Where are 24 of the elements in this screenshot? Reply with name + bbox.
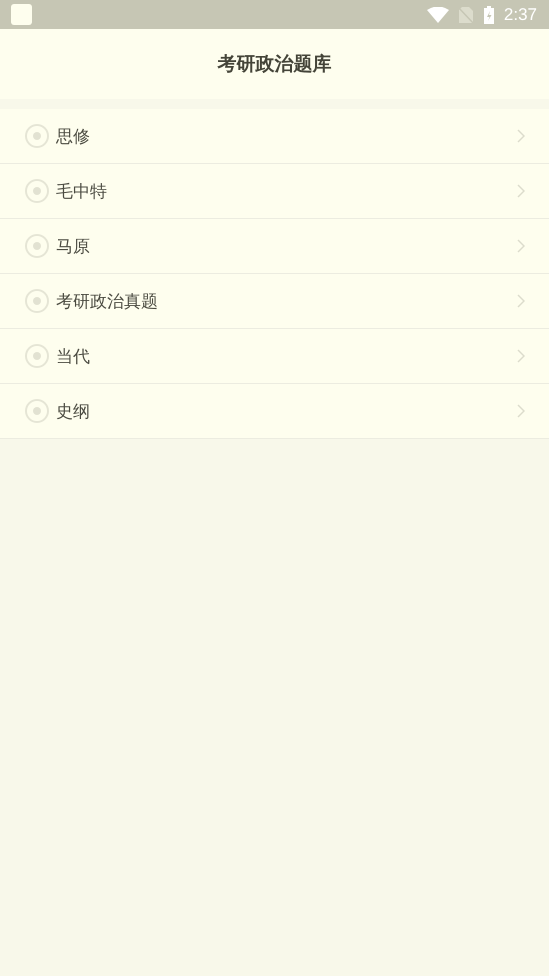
chevron-right-icon — [517, 404, 525, 418]
chevron-right-icon — [517, 294, 525, 308]
clock-time: 2:37 — [504, 4, 537, 24]
list-item[interactable]: 史纲 — [0, 384, 549, 439]
radio-icon — [24, 233, 50, 259]
chevron-right-icon — [517, 184, 525, 198]
list-item[interactable]: 马原 — [0, 219, 549, 274]
radio-icon — [24, 123, 50, 149]
list-item[interactable]: 毛中特 — [0, 164, 549, 219]
chevron-right-icon — [517, 129, 525, 143]
radio-icon — [24, 178, 50, 204]
no-sim-icon — [458, 6, 474, 24]
chevron-right-icon — [517, 239, 525, 253]
wifi-icon — [426, 6, 449, 22]
list-item[interactable]: 思修 — [0, 109, 549, 164]
radio-icon — [24, 288, 50, 314]
chevron-right-icon — [517, 349, 525, 363]
radio-icon — [24, 343, 50, 369]
battery-icon — [482, 6, 495, 24]
notification-icon — [11, 4, 32, 25]
page-title: 考研政治题库 — [218, 52, 332, 77]
list-item[interactable]: 考研政治真题 — [0, 274, 549, 329]
radio-icon — [24, 398, 50, 424]
list-item[interactable]: 当代 — [0, 329, 549, 384]
